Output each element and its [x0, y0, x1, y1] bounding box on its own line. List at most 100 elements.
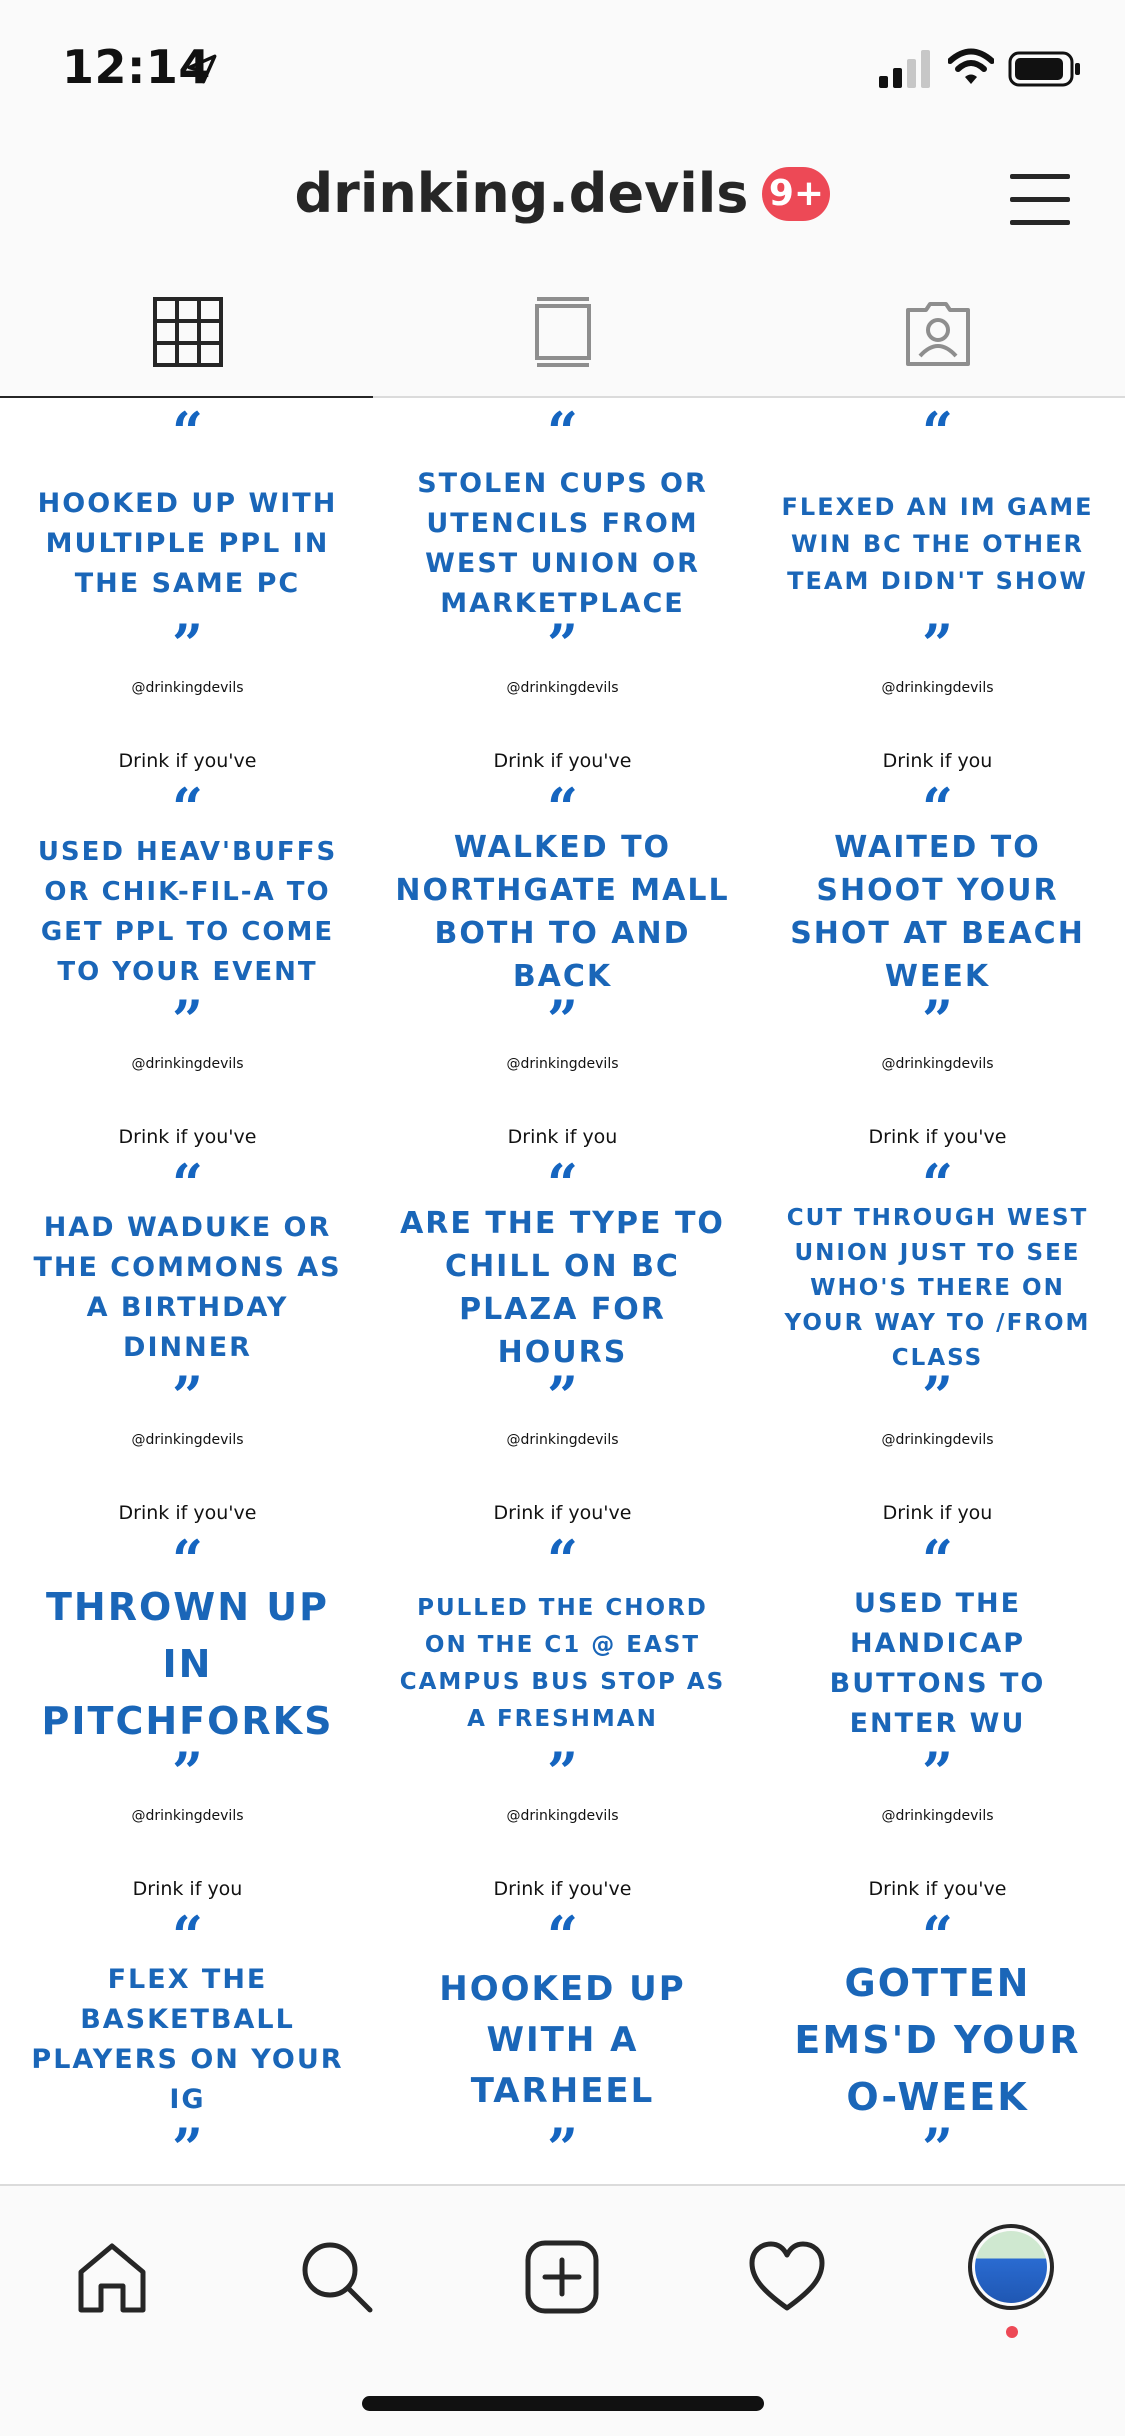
post-drink-caption: Drink if you've	[118, 1502, 257, 1524]
close-quote-icon: ”	[921, 988, 954, 1052]
post-quote-text: FLEX THE BASKETBALL PLAYERS ON YOUR IG	[31, 1964, 344, 2115]
post-quote-text: CUT THROUGH WEST UNION JUST TO SEE WHO'S…	[784, 1204, 1091, 1371]
post-quote-text: WALKED TO NORTHGATE MALL BOTH TO AND BAC…	[395, 830, 730, 994]
post-tile[interactable]: Drink if you've “USED HEAV'BUFFS OR CHIK-…	[0, 750, 375, 1126]
post-drink-caption: Drink if you've	[868, 1878, 1007, 1900]
post-tile[interactable]: Drink if you've “PULLED THE CHORD ON THE …	[375, 1502, 750, 1878]
username-row[interactable]: drinking.devils 9+	[0, 162, 1125, 225]
open-quote-icon: “	[546, 1528, 579, 1592]
post-tile[interactable]: Drink if you “ARE THE TYPE TO CHILL ON BC…	[375, 1126, 750, 1502]
hamburger-menu-icon[interactable]	[1008, 171, 1072, 227]
post-handle: @drinkingdevils	[506, 1808, 619, 1824]
close-quote-icon: ”	[546, 612, 579, 676]
open-quote-icon: “	[546, 1904, 579, 1968]
home-icon	[78, 2243, 146, 2313]
post-tile[interactable]: Drink if you've “HAD WADUKE OR THE COMMON…	[0, 1126, 375, 1502]
open-quote-icon: “	[921, 776, 954, 840]
post-tile[interactable]: Drink if you've “HOOKED UP WITH A TARHEEL…	[375, 1878, 750, 2184]
post-tile[interactable]: Drink if you “USED THE HANDICAP BUTTONS T…	[750, 1502, 1125, 1878]
close-quote-icon: ”	[921, 1364, 954, 1428]
post-tile[interactable]: “STOLEN CUPS OR UTENCILS FROM WEST UNION…	[375, 398, 750, 750]
post-drink-caption: Drink if you	[507, 1126, 618, 1148]
location-arrow-icon	[187, 54, 217, 84]
wifi-icon	[948, 48, 994, 84]
open-quote-icon: “	[171, 1904, 204, 1968]
avatar-image	[975, 2231, 1047, 2303]
tab-igtv[interactable]	[375, 265, 750, 398]
nav-search[interactable]	[292, 2232, 382, 2322]
post-quote-text: USED THE HANDICAP BUTTONS TO ENTER WU	[829, 1588, 1046, 1739]
tab-grid[interactable]	[0, 265, 375, 400]
nav-activity[interactable]	[742, 2232, 832, 2322]
open-quote-icon: “	[921, 1152, 954, 1216]
close-quote-icon: ”	[921, 2116, 954, 2180]
close-quote-icon: ”	[546, 1364, 579, 1428]
post-quote-text: HOOKED UP WITH A TARHEEL	[439, 1968, 686, 2111]
battery-icon	[1008, 51, 1080, 87]
open-quote-icon: “	[921, 1904, 954, 1968]
open-quote-icon: “	[546, 776, 579, 840]
post-drink-caption: Drink if you	[132, 1878, 243, 1900]
post-drink-caption: Drink if you	[882, 1502, 993, 1524]
close-quote-icon: ”	[171, 1740, 204, 1804]
search-icon	[302, 2242, 373, 2313]
open-quote-icon: “	[546, 1152, 579, 1216]
post-handle: @drinkingdevils	[881, 680, 994, 696]
post-handle: @drinkingdevils	[506, 1056, 619, 1072]
tab-tagged[interactable]	[750, 265, 1125, 398]
profile-header: drinking.devils 9+	[0, 135, 1125, 265]
tagged-person-icon	[905, 301, 970, 366]
post-tile[interactable]: Drink if you “WAITED TO SHOOT YOUR SHOT A…	[750, 750, 1125, 1126]
close-quote-icon: ”	[546, 1740, 579, 1804]
post-drink-caption: Drink if you've	[493, 750, 632, 772]
heart-icon	[749, 2241, 825, 2311]
post-quote-text: PULLED THE CHORD ON THE C1 @ EAST CAMPUS…	[399, 1595, 726, 1732]
post-quote-text: FLEXED AN IM GAME WIN BC THE OTHER TEAM …	[781, 492, 1094, 595]
open-quote-icon: “	[171, 400, 204, 464]
close-quote-icon: ”	[921, 612, 954, 676]
post-drink-caption: Drink if you've	[118, 750, 257, 772]
cellular-signal-icon	[879, 50, 930, 88]
post-drink-caption: Drink if you've	[868, 1126, 1007, 1148]
profile-username[interactable]: drinking.devils	[295, 162, 749, 225]
post-tile[interactable]: “ FLEXED AN IM GAME WIN BC THE OTHER TEAM…	[750, 398, 1125, 750]
open-quote-icon: “	[921, 400, 954, 464]
post-tile[interactable]: Drink if you've “CUT THROUGH WEST UNION J…	[750, 1126, 1125, 1502]
open-quote-icon: “	[921, 1528, 954, 1592]
close-quote-icon: ”	[921, 1740, 954, 1804]
posts-grid: “ HOOKED UP WITH MULTIPLE PPL IN THE SAME…	[0, 398, 1125, 2184]
grid-icon	[152, 296, 223, 367]
post-tile[interactable]: Drink if you've “GOTTEN EMS'D YOUR O-WEEK…	[750, 1878, 1125, 2184]
post-tile[interactable]: Drink if you “FLEX THE BASKETBALL PLAYERS…	[0, 1878, 375, 2184]
nav-new-post[interactable]	[517, 2232, 607, 2322]
close-quote-icon: ”	[171, 988, 204, 1052]
profile-avatar[interactable]	[968, 2224, 1054, 2310]
home-indicator	[362, 2396, 764, 2411]
notification-badge: 9+	[762, 166, 831, 221]
post-quote-text: THROWN UP IN PITCHFORKS	[41, 1584, 334, 1743]
close-quote-icon: ”	[546, 2116, 579, 2180]
post-drink-caption: Drink if you've	[118, 1126, 257, 1148]
nav-home[interactable]	[67, 2232, 157, 2322]
post-handle: @drinkingdevils	[506, 680, 619, 696]
add-post-icon	[525, 2240, 599, 2314]
post-quote-text: WAITED TO SHOOT YOUR SHOT AT BEACH WEEK	[790, 830, 1085, 994]
post-quote-text: HOOKED UP WITH MULTIPLE PPL IN THE SAME …	[37, 488, 338, 599]
post-handle: @drinkingdevils	[506, 1432, 619, 1448]
post-quote-text: ARE THE TYPE TO CHILL ON BC PLAZA FOR HO…	[400, 1206, 725, 1370]
post-handle: @drinkingdevils	[131, 680, 244, 696]
post-handle: @drinkingdevils	[131, 1808, 244, 1824]
post-handle: @drinkingdevils	[881, 1432, 994, 1448]
close-quote-icon: ”	[546, 988, 579, 1052]
post-handle: @drinkingdevils	[131, 1432, 244, 1448]
post-drink-caption: Drink if you've	[493, 1878, 632, 1900]
open-quote-icon: “	[171, 1528, 204, 1592]
close-quote-icon: ”	[171, 1364, 204, 1428]
open-quote-icon: “	[171, 1152, 204, 1216]
post-tile[interactable]: “ HOOKED UP WITH MULTIPLE PPL IN THE SAME…	[0, 398, 375, 750]
close-quote-icon: ”	[171, 612, 204, 676]
post-drink-caption: Drink if you	[882, 750, 993, 772]
post-tile[interactable]: Drink if you've “WALKED TO NORTHGATE MALL…	[375, 750, 750, 1126]
post-quote-text: STOLEN CUPS OR UTENCILS FROM WEST UNION …	[417, 468, 708, 619]
post-tile[interactable]: Drink if you've “THROWN UP IN PITCHFORKS”…	[0, 1502, 375, 1878]
